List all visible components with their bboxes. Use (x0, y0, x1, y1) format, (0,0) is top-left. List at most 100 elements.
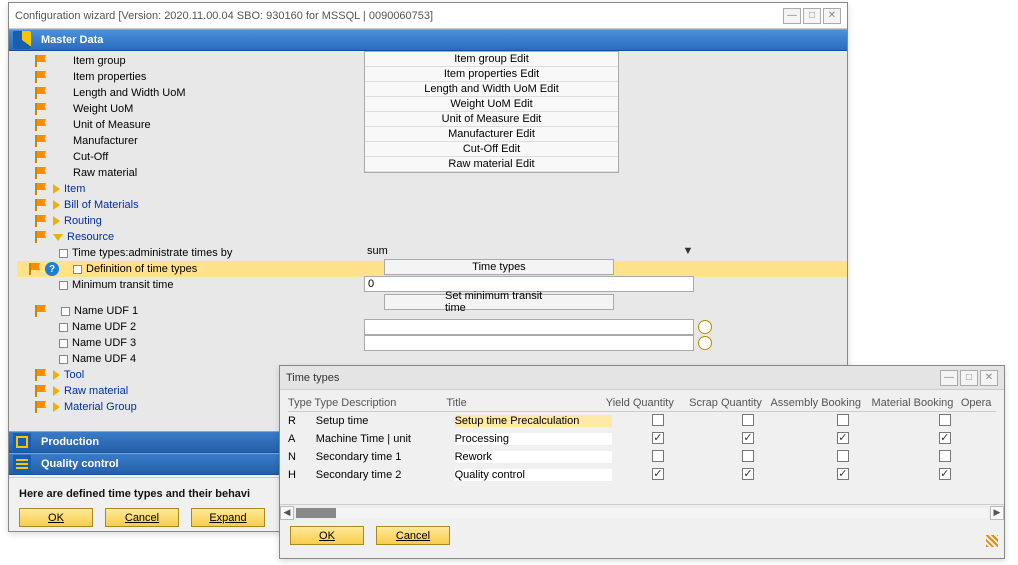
tree-routing[interactable]: Routing (17, 213, 847, 229)
flag-icon (35, 199, 47, 211)
close-button[interactable]: ✕ (823, 8, 841, 24)
flag-icon (35, 369, 47, 381)
gear-icon[interactable] (696, 335, 714, 351)
grid-rows: RSetup timeSetup time PrecalculationAMac… (288, 412, 996, 484)
window-title: Configuration wizard [Version: 2020.11.0… (15, 10, 781, 22)
col-scrap[interactable]: Scrap Quantity (684, 397, 768, 409)
minimize-button[interactable]: — (940, 370, 958, 386)
expand-button[interactable]: Expand (191, 508, 265, 527)
flag-icon (35, 385, 47, 397)
scroll-right-icon[interactable]: ▶ (990, 506, 1004, 520)
tree-bom[interactable]: Bill of Materials (17, 197, 847, 213)
modal-body: Type Type Description Title Yield Quanti… (280, 390, 1004, 520)
maximize-button[interactable]: □ (960, 370, 978, 386)
col-title[interactable]: Title (446, 397, 596, 409)
checkbox[interactable] (742, 450, 754, 462)
modal-ok-button[interactable]: OK (290, 526, 364, 545)
scroll-thumb[interactable] (296, 508, 336, 518)
edit-item-properties[interactable]: Item properties Edit (365, 67, 618, 82)
close-button[interactable]: ✕ (980, 370, 998, 386)
flag-icon (35, 167, 47, 179)
udf2-field[interactable] (364, 335, 694, 351)
gear-icon[interactable] (696, 319, 714, 335)
checkbox-icon[interactable] (59, 281, 68, 290)
edit-cutoff[interactable]: Cut-Off Edit (365, 142, 618, 157)
checkbox-icon[interactable] (59, 339, 68, 348)
checkbox-icon[interactable] (59, 249, 68, 258)
expand-icon[interactable] (53, 402, 60, 412)
modal-cancel-button[interactable]: Cancel (376, 526, 450, 545)
checkbox[interactable] (742, 468, 754, 480)
checkbox[interactable] (837, 414, 849, 426)
expand-icon[interactable] (53, 370, 60, 380)
checkbox-icon[interactable] (61, 307, 70, 316)
checkbox[interactable] (939, 450, 951, 462)
checkbox[interactable] (837, 432, 849, 444)
checkbox[interactable] (652, 432, 664, 444)
h-scrollbar[interactable]: ◀ ▶ (280, 504, 1004, 520)
section-label: Master Data (41, 34, 103, 46)
ok-button[interactable]: OK (19, 508, 93, 527)
checkbox[interactable] (652, 414, 664, 426)
maximize-button[interactable]: □ (803, 8, 821, 24)
expand-icon[interactable] (53, 386, 60, 396)
checkbox[interactable] (652, 468, 664, 480)
help-icon[interactable]: ? (45, 262, 59, 276)
dropdown-icon[interactable]: ▼ (681, 243, 695, 259)
modal-title: Time types (286, 372, 938, 384)
minimize-button[interactable]: — (783, 8, 801, 24)
udf1-field[interactable] (364, 319, 694, 335)
section-master-data[interactable]: Master Data (9, 29, 847, 51)
flag-icon (35, 135, 47, 147)
flag-icon (35, 55, 47, 67)
expand-icon[interactable] (53, 216, 60, 226)
section-label: Quality control (41, 458, 119, 470)
checkbox[interactable] (939, 468, 951, 480)
col-opera[interactable]: Opera (961, 397, 996, 409)
edit-manufacturer[interactable]: Manufacturer Edit (365, 127, 618, 142)
flag-icon (35, 71, 47, 83)
expand-icon[interactable] (53, 184, 60, 194)
col-type[interactable]: Type (288, 397, 314, 409)
table-row[interactable]: NSecondary time 1Rework (288, 448, 996, 466)
flag-icon (35, 119, 47, 131)
table-row[interactable]: HSecondary time 2Quality control (288, 466, 996, 484)
expand-icon[interactable] (53, 200, 60, 210)
checkbox[interactable] (837, 450, 849, 462)
time-types-button[interactable]: Time types (384, 259, 614, 275)
field-sum[interactable]: sum (364, 243, 694, 259)
grid-header: Type Type Description Title Yield Quanti… (288, 394, 996, 412)
section-label: Production (41, 436, 99, 448)
checkbox-icon[interactable] (59, 355, 68, 364)
cancel-button[interactable]: Cancel (105, 508, 179, 527)
col-assembly[interactable]: Assembly Booking (767, 397, 864, 409)
checkbox[interactable] (939, 432, 951, 444)
col-type-desc[interactable]: Type Description (314, 397, 446, 409)
edit-uom[interactable]: Unit of Measure Edit (365, 112, 618, 127)
collapse-icon[interactable] (53, 234, 63, 241)
edit-weight[interactable]: Weight UoM Edit (365, 97, 618, 112)
table-row[interactable]: RSetup timeSetup time Precalculation (288, 412, 996, 430)
resize-grip-icon[interactable] (986, 535, 998, 547)
checkbox-icon[interactable] (73, 265, 82, 274)
col-material[interactable]: Material Booking (864, 397, 961, 409)
flag-icon (35, 401, 47, 413)
checkbox[interactable] (939, 414, 951, 426)
edit-item-group[interactable]: Item group Edit (365, 52, 618, 67)
edit-length-width[interactable]: Length and Width UoM Edit (365, 82, 618, 97)
scroll-track[interactable] (296, 508, 988, 518)
checkbox-icon[interactable] (59, 323, 68, 332)
checkbox[interactable] (742, 414, 754, 426)
set-min-transit-button[interactable]: Set minimum transit time (384, 294, 614, 310)
checkbox[interactable] (652, 450, 664, 462)
flag-icon (35, 87, 47, 99)
flag-icon (35, 103, 47, 115)
col-yield[interactable]: Yield Quantity (596, 397, 684, 409)
checkbox[interactable] (837, 468, 849, 480)
pie-icon (13, 31, 31, 49)
checkbox[interactable] (742, 432, 754, 444)
edit-raw-material[interactable]: Raw material Edit (365, 157, 618, 172)
tree-item[interactable]: Item (17, 181, 847, 197)
table-row[interactable]: AMachine Time | unitProcessing (288, 430, 996, 448)
scroll-left-icon[interactable]: ◀ (280, 506, 294, 520)
